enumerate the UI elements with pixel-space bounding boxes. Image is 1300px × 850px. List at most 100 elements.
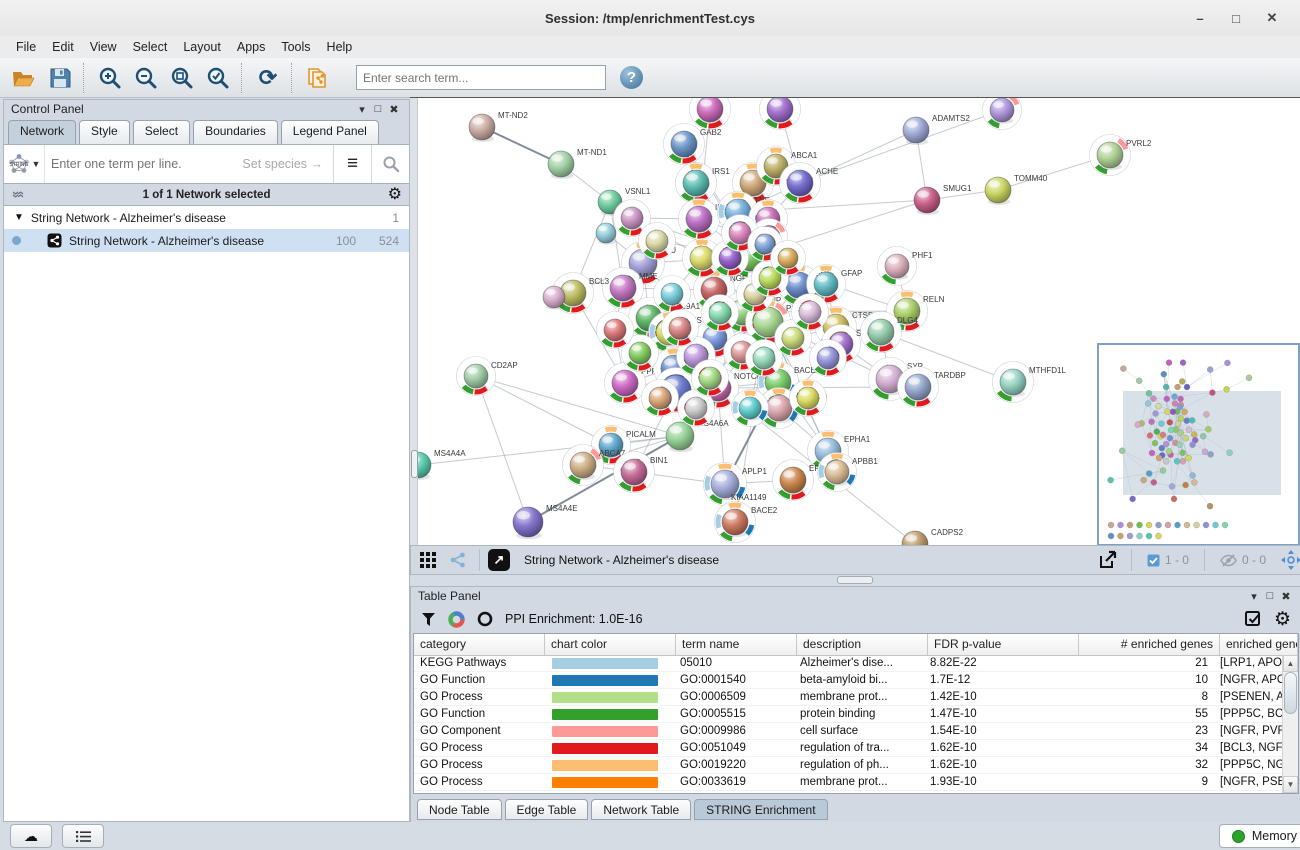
network-node-mthfd1l[interactable]: MTHFD1L [993,362,1067,403]
table-vertical-scrollbar[interactable]: ▲ ▼ [1282,655,1298,793]
scrollbar-thumb[interactable] [1284,672,1297,714]
task-history-button[interactable] [62,824,104,848]
scroll-up-button[interactable]: ▲ [1283,655,1298,672]
network-node[interactable] [662,310,699,347]
network-node[interactable] [810,340,847,377]
network-node-dlg4[interactable]: DLG4 [861,312,919,353]
menu-item-help[interactable]: Help [319,38,361,56]
panel-close-icon[interactable]: ✖ [1278,590,1294,603]
menu-item-edit[interactable]: Edit [44,38,82,56]
zoom-out-button[interactable] [128,61,164,94]
birds-eye-navigator[interactable] [1097,343,1300,546]
panel-collapse-icon[interactable]: ▾ [1246,590,1262,603]
zoom-fit-button[interactable] [164,61,200,94]
table-row[interactable]: GO FunctionGO:0001540beta-amyloid bi...1… [414,672,1283,689]
network-node[interactable] [983,98,1022,130]
network-node[interactable] [642,380,679,417]
tab-node-table[interactable]: Node Table [417,799,502,820]
network-node[interactable] [702,295,739,332]
panel-collapse-icon[interactable]: ▾ [354,103,370,116]
network-node[interactable] [792,294,829,331]
network-node-cd2ap[interactable]: CD2AP [457,357,518,396]
column-header--enriched-genes[interactable]: # enriched genes [1079,634,1220,655]
menu-item-layout[interactable]: Layout [175,38,229,56]
tree-expander-icon[interactable]: ▼ [14,212,24,223]
network-node-irs1[interactable]: IRS1 [676,163,731,204]
network-node[interactable] [771,241,806,276]
menu-item-tools[interactable]: Tools [273,38,318,56]
network-node-tomm40[interactable]: TOMM40 [985,174,1048,205]
share-view-button[interactable] [445,548,471,572]
string-search-button[interactable] [371,145,409,183]
memory-button[interactable]: Memory [1219,824,1300,848]
tab-style[interactable]: Style [79,120,130,144]
splitter-handle[interactable] [837,576,873,584]
tab-legend-panel[interactable]: Legend Panel [281,120,379,144]
column-header-category[interactable]: category [414,634,545,655]
network-node-smug1[interactable]: SMUG1 [914,184,972,215]
menu-item-apps[interactable]: Apps [229,38,274,56]
string-protein-query-selector[interactable]: STRING ▼ [4,145,45,183]
network-node[interactable] [732,390,769,427]
navigator-canvas[interactable] [1099,345,1294,540]
table-row[interactable]: GO ProcessGO:0051049regulation of tra...… [414,740,1283,757]
close-button[interactable]: ✕ [1254,0,1290,36]
network-node-mt-nd2[interactable]: MT-ND2 [469,111,528,142]
network-collection-row[interactable]: ▼ String Network - Alzheimer's disease 1 [4,206,409,229]
network-node-cadps2[interactable]: CADPS2 [902,528,964,546]
refresh-button[interactable]: ⟳ [250,61,286,94]
expand-all-icon[interactable]: « [14,191,29,198]
network-node[interactable] [654,276,691,313]
panel-collapse-handle[interactable] [411,450,418,478]
menu-item-select[interactable]: Select [125,38,176,56]
select-rows-icon[interactable] [1245,611,1262,628]
panel-float-icon[interactable]: □ [370,103,386,115]
network-node[interactable] [543,286,565,310]
cloud-tasks-button[interactable]: ☁ [10,824,52,848]
panel-float-icon[interactable]: □ [1262,590,1278,602]
maximize-button[interactable]: □ [1218,0,1254,36]
column-header-FDR-p-value[interactable]: FDR p-value [928,634,1079,655]
network-node[interactable] [596,223,616,245]
network-row[interactable]: String Network - Alzheimer's disease 100… [4,229,409,252]
grid-view-button[interactable] [415,548,441,572]
table-row[interactable]: GO ProcessGO:0033619membrane prot...1.93… [414,774,1283,791]
set-species-hint[interactable]: Set species → [242,157,333,171]
menu-item-view[interactable]: View [82,38,125,56]
tab-select[interactable]: Select [133,120,190,144]
minimize-button[interactable]: – [1182,0,1218,36]
string-options-button[interactable]: ≡ [333,145,371,183]
network-node[interactable] [597,312,634,349]
network-node-tardbp[interactable]: TARDBP [898,367,966,408]
menu-item-file[interactable]: File [8,38,44,56]
zoom-selected-button[interactable] [200,61,236,94]
export-network-button[interactable] [1093,548,1123,572]
table-row[interactable]: KEGG Pathways05010Alzheimer's dise...8.8… [414,655,1283,672]
column-header-enriched-genes[interactable]: enriched genes [1220,634,1298,655]
tab-edge-table[interactable]: Edge Table [505,799,589,820]
network-node-apbb1[interactable]: APBB1 [818,453,879,492]
table-row[interactable]: GO ProcessGO:0006509membrane prot...1.42… [414,689,1283,706]
help-button[interactable]: ? [620,66,643,89]
navigator-toggle-button[interactable] [1277,548,1300,572]
table-row[interactable]: GO FunctionGO:0005515protein binding1.47… [414,706,1283,723]
table-row[interactable]: GO ComponentGO:0009986cell surface1.54E-… [414,723,1283,740]
network-node[interactable] [760,98,801,130]
network-from-file-button[interactable] [300,61,336,94]
network-node[interactable] [692,360,729,397]
zoom-in-button[interactable] [92,61,128,94]
column-header-term-name[interactable]: term name [676,634,797,655]
tab-boundaries[interactable]: Boundaries [193,120,278,144]
network-node-ms4a4a[interactable]: MS4A4A [410,449,466,480]
gear-icon[interactable]: ⚙ [388,187,402,203]
ring-icon[interactable] [477,611,493,627]
table-row[interactable]: GO ProcessGO:0019220regulation of ph...1… [414,757,1283,774]
network-node-pvrl2[interactable]: PVRL2 [1090,135,1152,176]
network-node-bin1[interactable]: BIN1 [614,452,669,493]
open-session-button[interactable] [6,61,42,94]
network-view[interactable]: MT-ND2MT-ND1VSNL1GAB2ADAMTS2PVRL2TOMM40S… [410,97,1300,546]
gear-icon[interactable]: ⚙ [1274,610,1291,629]
network-node-adamts2[interactable]: ADAMTS2 [903,114,970,145]
network-node-gab2[interactable]: GAB2 [664,124,722,165]
annotation-mode-button[interactable]: ↗ [488,549,510,571]
